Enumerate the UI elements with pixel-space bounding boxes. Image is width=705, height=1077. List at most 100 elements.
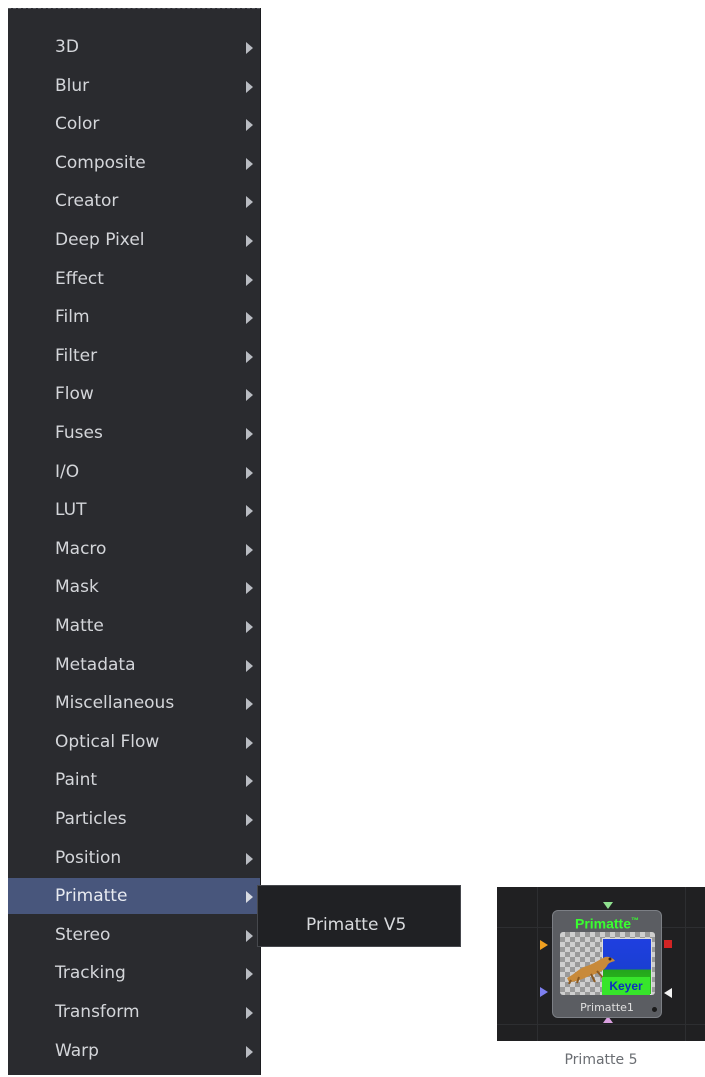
- menu-item-optical-flow[interactable]: Optical Flow: [8, 724, 260, 760]
- menu-item-metadata[interactable]: Metadata: [8, 647, 260, 683]
- keyer-badge: Keyer: [602, 977, 650, 995]
- submenu-item-label: Primatte V5: [306, 915, 407, 935]
- menu-item-label: Primatte: [55, 886, 128, 906]
- node-thumbnail: Primatte™ Keyer Primatte1: [497, 887, 705, 1041]
- chevron-right-icon: [246, 544, 253, 556]
- chevron-right-icon: [246, 582, 253, 594]
- menu-item-lut[interactable]: LUT: [8, 492, 260, 528]
- menu-item-primatte[interactable]: Primatte: [8, 878, 260, 914]
- menu-item-label: Stereo: [55, 925, 111, 945]
- menu-item-label: Composite: [55, 153, 146, 173]
- menu-item-label: Filter: [55, 346, 98, 366]
- chevron-right-icon: [246, 467, 253, 479]
- chevron-right-icon: [246, 505, 253, 517]
- grid-line: [497, 1024, 705, 1025]
- menu-item-film[interactable]: Film: [8, 299, 260, 335]
- menu-item-label: Effect: [55, 269, 104, 289]
- menu-item-label: Film: [55, 307, 90, 327]
- grid-line: [537, 887, 538, 1041]
- menu-item-creator[interactable]: Creator: [8, 183, 260, 219]
- chevron-right-icon: [246, 660, 253, 672]
- chevron-right-icon: [246, 389, 253, 401]
- menu-item-label: Creator: [55, 191, 119, 211]
- menu-item-label: Tracking: [55, 963, 126, 983]
- menu-item-label: Blur: [55, 76, 90, 96]
- menu-item-label: Particles: [55, 809, 127, 829]
- menu-item-label: Deep Pixel: [55, 230, 145, 250]
- menu-item-label: Warp: [55, 1041, 99, 1061]
- menu-item-blur[interactable]: Blur: [8, 68, 260, 104]
- background-input-pin-icon[interactable]: [540, 940, 548, 950]
- top-input-pin-icon[interactable]: [603, 902, 613, 909]
- chevron-right-icon: [246, 351, 253, 363]
- menu-item-flow[interactable]: Flow: [8, 376, 260, 412]
- menu-item-label: Flow: [55, 384, 94, 404]
- menu-item-label: Optical Flow: [55, 732, 160, 752]
- chevron-right-icon: [246, 1007, 253, 1019]
- menu-item-macro[interactable]: Macro: [8, 531, 260, 567]
- output-pin-icon[interactable]: [664, 940, 672, 948]
- menu-item-label: Fuses: [55, 423, 103, 443]
- chevron-right-icon: [246, 775, 253, 787]
- menu-item-i-o[interactable]: I/O: [8, 454, 260, 490]
- page: 3D Blur Color Composite Creator Deep Pixel Eff…: [0, 0, 705, 1077]
- menu-item-composite[interactable]: Composite: [8, 145, 260, 181]
- mask-input-pin-icon[interactable]: [540, 987, 548, 997]
- grid-line: [685, 887, 686, 1041]
- menu-item-transform[interactable]: Transform: [8, 994, 260, 1030]
- menu-item-warp[interactable]: Warp: [8, 1033, 260, 1069]
- chevron-right-icon: [246, 853, 253, 865]
- tools-context-menu: 3D Blur Color Composite Creator Deep Pixel Eff…: [8, 8, 260, 1075]
- submenu-item-primatte-v5[interactable]: Primatte V5: [258, 910, 460, 940]
- menu-item-stereo[interactable]: Stereo: [8, 917, 260, 953]
- menu-item-label: Macro: [55, 539, 107, 559]
- menu-item-3d[interactable]: 3D: [8, 29, 260, 65]
- menu-item-label: 3D: [55, 37, 79, 57]
- menu-item-label: LUT: [55, 500, 87, 520]
- trademark-mark: ™: [631, 916, 640, 925]
- chevron-right-icon: [246, 158, 253, 170]
- node-title: Primatte™: [553, 913, 661, 932]
- menu-item-label: Miscellaneous: [55, 693, 175, 713]
- secondary-output-pin-icon[interactable]: [664, 988, 672, 998]
- chevron-right-icon: [246, 42, 253, 54]
- menu-item-label: Metadata: [55, 655, 136, 675]
- chevron-right-icon: [246, 119, 253, 131]
- menu-item-label: Matte: [55, 616, 104, 636]
- menu-item-label: Paint: [55, 770, 98, 790]
- menu-item-deep-pixel[interactable]: Deep Pixel: [8, 222, 260, 258]
- chevron-right-icon: [246, 891, 253, 903]
- menu-item-matte[interactable]: Matte: [8, 608, 260, 644]
- menu-item-filter[interactable]: Filter: [8, 338, 260, 374]
- chevron-right-icon: [246, 968, 253, 980]
- node-name: Primatte1: [580, 1001, 634, 1014]
- chevron-right-icon: [246, 621, 253, 633]
- chevron-right-icon: [246, 930, 253, 942]
- menu-item-paint[interactable]: Paint: [8, 762, 260, 798]
- chevron-right-icon: [246, 814, 253, 826]
- primatte-node[interactable]: Primatte™ Keyer Primatte1: [552, 910, 662, 1018]
- primatte-submenu: Primatte V5: [257, 885, 461, 947]
- chevron-right-icon: [246, 235, 253, 247]
- menu-item-label: Color: [55, 114, 100, 134]
- menu-item-mask[interactable]: Mask: [8, 569, 260, 605]
- chevron-right-icon: [246, 274, 253, 286]
- menu-item-color[interactable]: Color: [8, 106, 260, 142]
- menu-item-tracking[interactable]: Tracking: [8, 955, 260, 991]
- chevron-right-icon: [246, 312, 253, 324]
- menu-item-label: I/O: [55, 462, 80, 482]
- menu-item-miscellaneous[interactable]: Miscellaneous: [8, 685, 260, 721]
- menu-item-effect[interactable]: Effect: [8, 261, 260, 297]
- chevron-right-icon: [246, 698, 253, 710]
- menu-item-particles[interactable]: Particles: [8, 801, 260, 837]
- chevron-right-icon: [246, 1046, 253, 1058]
- chevron-right-icon: [246, 737, 253, 749]
- menu-item-position[interactable]: Position: [8, 840, 260, 876]
- menu-item-label: Mask: [55, 577, 99, 597]
- menu-item-label: Position: [55, 848, 122, 868]
- figure-caption: Primatte 5: [564, 1052, 638, 1068]
- menu-item-label: Transform: [55, 1002, 140, 1022]
- menu-item-fuses[interactable]: Fuses: [8, 415, 260, 451]
- chevron-right-icon: [246, 81, 253, 93]
- chevron-right-icon: [246, 428, 253, 440]
